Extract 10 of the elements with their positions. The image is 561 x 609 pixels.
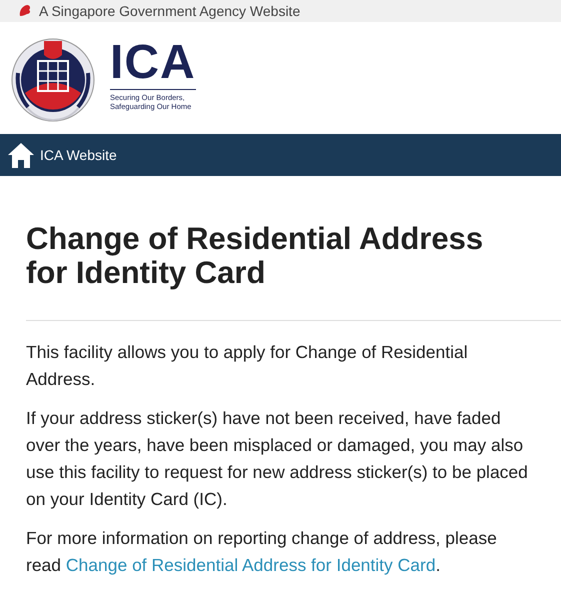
banner-text: A Singapore Government Agency Website bbox=[39, 3, 300, 19]
paragraph: If your address sticker(s) have not been received, have faded over the years, have been misplaced or damaged, you may also use this facility to request for new address sticker(s) to be placed on your Identity Card (IC). bbox=[26, 407, 529, 511]
page-heading: Change of Residential Address for Identity Card bbox=[26, 222, 484, 290]
logo-wordmark: ICA bbox=[110, 40, 196, 90]
paragraph: This facility allows you to apply for Change of Residential Address. bbox=[26, 341, 469, 391]
info-link[interactable]: Change of Residential Address for Identity Card bbox=[66, 555, 436, 575]
lion-head-icon bbox=[18, 4, 32, 18]
home-link[interactable]: ICA Website bbox=[7, 141, 117, 169]
paragraph: For more information on reporting change of address, please read Change of Residential Address for Identity Card. bbox=[26, 527, 498, 577]
home-icon bbox=[7, 141, 35, 169]
